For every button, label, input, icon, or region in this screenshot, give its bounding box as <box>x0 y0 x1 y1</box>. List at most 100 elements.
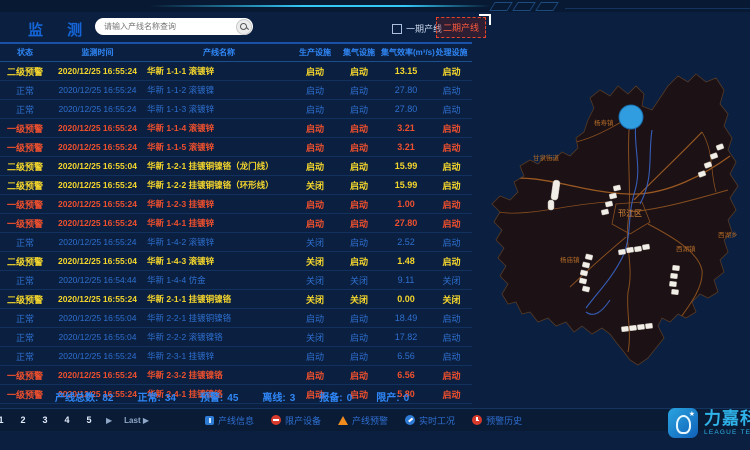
cell-status: 二级预警 <box>0 293 50 306</box>
summary-label: 报备: <box>319 393 342 404</box>
page-button[interactable]: 5 <box>84 415 94 425</box>
cell-proc: 启动 <box>431 350 472 363</box>
map-marker[interactable] <box>634 246 642 252</box>
table-row[interactable]: 二级预警2020/12/25 16:55:24华新 1-2-2 挂镀铜镍铬（环形… <box>0 176 472 195</box>
page-button[interactable]: 4 <box>62 415 72 425</box>
map-marker[interactable] <box>672 265 679 271</box>
legend-item-warning-triangle[interactable]: 产线预警 <box>338 414 388 427</box>
map-marker[interactable] <box>613 185 621 191</box>
column-header: 状态 <box>0 47 50 58</box>
cell-proc: 启动 <box>431 160 472 173</box>
logo-en-text: LEAGUE TECH <box>704 429 750 436</box>
cell-name: 华新 2-1-1 挂镀铜镍铬 <box>145 293 293 305</box>
cell-eff: 6.56 <box>381 351 431 361</box>
cell-eff: 0.00 <box>381 294 431 304</box>
legend-item-gauge[interactable]: 实时工况 <box>405 414 455 427</box>
table-header-row: 状态监测时间产线名称生产设施集气设施集气效率(m³/s)处理设施 <box>0 44 472 62</box>
table-row[interactable]: 正常2020/12/25 16:55:24华新 2-3-1 挂镀锌启动启动6.5… <box>0 347 472 366</box>
cell-gas: 启动 <box>337 369 381 382</box>
cell-eff: 3.21 <box>381 123 431 133</box>
map-marker[interactable] <box>637 324 644 330</box>
logo-cn-text: 力嘉科技 <box>704 410 750 427</box>
cell-name: 华新 2-3-2 挂镀镍铬 <box>145 369 293 381</box>
map-marker[interactable] <box>621 326 628 332</box>
search-icon[interactable] <box>236 19 252 35</box>
table-row[interactable]: 正常2020/12/25 16:54:44华新 1-4-4 仿金关闭关闭9.11… <box>0 271 472 290</box>
cell-proc: 启动 <box>431 65 472 78</box>
legend-item-info-square[interactable]: 产线信息 <box>205 414 254 427</box>
cell-eff: 18.49 <box>381 313 431 323</box>
page-button[interactable]: 2 <box>18 415 28 425</box>
district-map[interactable]: 杨寿镇甘泉街道邗江区西湖乡西湖镇杨庙镇 <box>478 52 750 400</box>
table-row[interactable]: 正常2020/12/25 16:55:24华新 1-1-3 滚镀锌启动启动27.… <box>0 100 472 119</box>
table-row[interactable]: 一级预警2020/12/25 16:55:24华新 1-4-1 挂镀锌启动启动2… <box>0 214 472 233</box>
cell-eff: 1.48 <box>381 256 431 266</box>
cell-eff: 17.82 <box>381 332 431 342</box>
table-row[interactable]: 正常2020/12/25 16:55:04华新 2-2-1 挂镀铜镍铬启动启动1… <box>0 309 472 328</box>
table-row[interactable]: 二级预警2020/12/25 16:55:24华新 1-1-1 滚镀锌启动启动1… <box>0 62 472 81</box>
cell-gas: 启动 <box>337 141 381 154</box>
map-marker[interactable] <box>609 193 617 199</box>
column-header: 处理设施 <box>431 47 472 58</box>
cell-prod: 启动 <box>293 65 337 78</box>
cell-time: 2020/12/25 16:55:24 <box>50 351 145 361</box>
cell-eff: 6.56 <box>381 370 431 380</box>
cell-name: 华新 2-2-2 滚镀镍铬 <box>145 331 293 343</box>
phase1-checkbox[interactable]: 一期产线 <box>392 22 442 35</box>
search-input[interactable] <box>95 22 236 31</box>
cell-gas: 启动 <box>337 350 381 363</box>
cell-status: 正常 <box>0 331 50 344</box>
map-marker[interactable] <box>618 249 626 255</box>
cell-time: 2020/12/25 16:55:24 <box>50 218 145 228</box>
summary-item: 离线:3 <box>262 389 295 404</box>
next-page-button[interactable]: ▶ <box>106 416 112 425</box>
cell-eff: 13.15 <box>381 66 431 76</box>
table-row[interactable]: 二级预警2020/12/25 16:55:04华新 1-2-1 挂镀铜镍铬（龙门… <box>0 157 472 176</box>
cell-proc: 启动 <box>431 103 472 116</box>
cell-eff: 9.11 <box>381 275 431 285</box>
legend-item-history-clock[interactable]: 预警历史 <box>472 414 522 427</box>
table-row[interactable]: 一级预警2020/12/25 16:55:24华新 1-1-4 滚镀锌启动启动3… <box>0 119 472 138</box>
legend-bar: 产线信息 限产设备 产线预警 实时工况 预警历史 <box>205 409 522 431</box>
table-row[interactable]: 正常2020/12/25 16:55:04华新 2-2-2 滚镀镍铬关闭启动17… <box>0 328 472 347</box>
cell-prod: 启动 <box>293 217 337 230</box>
phase2-button[interactable]: 二期产线 <box>436 17 486 38</box>
table-row[interactable]: 正常2020/12/25 16:55:24华新 1-4-2 滚镀锌关闭启动2.5… <box>0 233 472 252</box>
table-row[interactable]: 一级预警2020/12/25 16:55:24华新 1-1-5 滚镀锌启动启动3… <box>0 138 472 157</box>
cell-prod: 关闭 <box>293 255 337 268</box>
map-marker[interactable] <box>670 273 677 279</box>
page-button[interactable]: 3 <box>40 415 50 425</box>
column-header: 生产设施 <box>293 47 337 58</box>
footer-bar: 1 2 3 4 5 ▶ Last ▶ 产线信息 限产设备 产线预警 实时工况 预警历史 <box>0 408 750 431</box>
map-marker[interactable] <box>669 281 676 287</box>
cluster-marker-blue[interactable] <box>619 105 643 129</box>
table-row[interactable]: 正常2020/12/25 16:55:24华新 1-1-2 滚镀镍启动启动27.… <box>0 81 472 100</box>
summary-bar: 产线总数:82正常:34预警:45离线:3报备:0限产:0 <box>55 389 409 404</box>
cell-time: 2020/12/25 16:55:24 <box>50 370 145 380</box>
checkbox-icon[interactable] <box>392 24 402 34</box>
summary-value: 34 <box>165 393 176 404</box>
map-marker[interactable] <box>601 209 609 215</box>
legend-item-no-entry-circle[interactable]: 限产设备 <box>271 414 321 427</box>
search-box[interactable] <box>95 18 253 35</box>
cell-time: 2020/12/25 16:55:24 <box>50 237 145 247</box>
table-row[interactable]: 一级预警2020/12/25 16:55:24华新 1-2-3 挂镀锌启动启动1… <box>0 195 472 214</box>
map-place-label: 西湖乡 <box>718 230 738 239</box>
table-row[interactable]: 二级预警2020/12/25 16:55:24华新 2-1-1 挂镀铜镍铬关闭关… <box>0 290 472 309</box>
cell-proc: 启动 <box>431 255 472 268</box>
cell-status: 一级预警 <box>0 388 50 401</box>
table-row[interactable]: 一级预警2020/12/25 16:55:24华新 2-3-2 挂镀镍铬启动启动… <box>0 366 472 385</box>
cell-time: 2020/12/25 16:55:04 <box>50 313 145 323</box>
map-marker[interactable] <box>605 201 613 207</box>
page-button[interactable]: 1 <box>0 415 6 425</box>
map-marker[interactable] <box>626 247 634 253</box>
map-marker[interactable] <box>642 244 650 250</box>
map-marker[interactable] <box>629 325 636 331</box>
map-place-label: 甘泉街道 <box>533 153 560 162</box>
header-bar: 监 测 一期产线 二期产线 <box>0 12 472 44</box>
cell-status: 一级预警 <box>0 141 50 154</box>
last-page-button[interactable]: Last ▶ <box>124 416 149 425</box>
map-marker[interactable] <box>645 323 652 329</box>
table-row[interactable]: 二级预警2020/12/25 16:55:04华新 1-4-3 滚镀锌关闭启动1… <box>0 252 472 271</box>
map-marker[interactable] <box>671 289 678 295</box>
